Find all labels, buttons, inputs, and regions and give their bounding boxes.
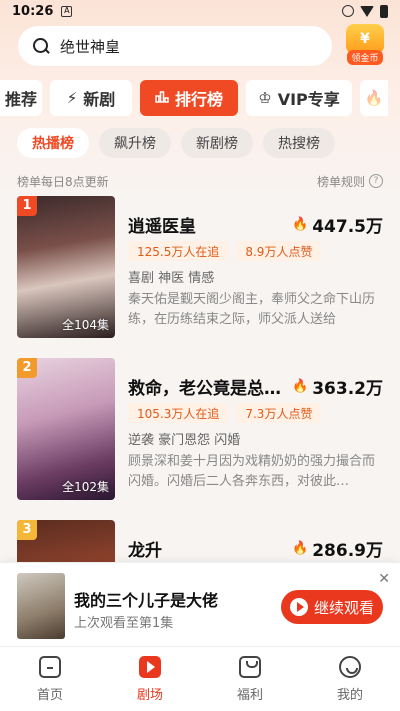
- flame-icon: 🔥: [292, 379, 309, 394]
- subtab-hot-search[interactable]: 热搜榜: [263, 128, 335, 158]
- tab-label: 排行榜: [174, 90, 223, 109]
- coin-label: 领金币: [347, 50, 383, 65]
- episode-count: 全102集: [62, 480, 109, 494]
- continue-button-label: 继续观看: [313, 598, 374, 617]
- drama-item[interactable]: 全102集 2 救命，老公竟是总… 🔥 363.2万 105.3万人在追 7.3…: [17, 358, 383, 500]
- search-icon: [32, 37, 50, 55]
- drama-genres: 逆袭 豪门恩怨 闪婚: [128, 433, 241, 448]
- nav-label: 剧场: [136, 688, 163, 703]
- drama-item[interactable]: 全104集 1 逍遥医皇 🔥 447.5万 125.5万人在追 8.9万人点赞 …: [17, 196, 383, 338]
- status-time: 10:26: [12, 3, 54, 19]
- tab-label: VIP专享: [277, 90, 340, 109]
- followers-tag: 125.5万人在追: [128, 241, 229, 261]
- rank-badge: 3: [17, 520, 37, 540]
- nav-profile[interactable]: 我的: [300, 647, 400, 711]
- bottom-navigation: 首页 剧场 福利 我的: [0, 646, 400, 711]
- drama-title: 救命，老公竟是总…: [128, 379, 281, 399]
- wifi-icon: [360, 5, 374, 17]
- heat-value: 363.2万: [312, 379, 383, 399]
- notification-icon: A: [61, 5, 73, 17]
- dnd-icon: [342, 5, 354, 17]
- tab-hot[interactable]: 🔥: [360, 80, 388, 116]
- status-bar: 10:26 A: [0, 0, 400, 22]
- heat-score: 🔥 363.2万: [292, 374, 383, 399]
- nav-label: 福利: [236, 688, 263, 703]
- tab-ranking[interactable]: 排行榜: [140, 80, 238, 116]
- nav-label: 首页: [36, 688, 63, 703]
- drama-title: 龙升: [128, 541, 162, 561]
- status-indicators: [342, 4, 388, 18]
- continue-thumbnail: [17, 573, 65, 639]
- tab-label: 新剧: [83, 90, 116, 109]
- drama-description: 顾景深和姜十月因为戏精奶奶的强力撮合而闪婚。闪婚后二人各奔东西，对彼此…: [128, 454, 376, 489]
- tab-new[interactable]: ⚡ 新剧: [50, 80, 132, 116]
- drama-genres: 喜剧 神医 情感: [128, 271, 215, 286]
- nav-home[interactable]: 首页: [0, 647, 100, 711]
- crown-icon: ♔: [258, 89, 272, 107]
- continue-watching-card[interactable]: 我的三个儿子是大佬 上次观看至第1集 继续观看 ✕: [0, 562, 400, 646]
- search-query: 绝世神皇: [60, 37, 121, 56]
- rules-label: 榜单规则: [316, 174, 365, 189]
- tab-recommend[interactable]: 推荐: [0, 80, 42, 116]
- subtab-rising[interactable]: 飙升榜: [99, 128, 171, 158]
- help-icon: ?: [369, 174, 383, 188]
- nav-welfare[interactable]: 福利: [200, 647, 300, 711]
- drama-title: 逍遥医皇: [128, 217, 196, 237]
- search-row: 绝世神皇 ¥ 领金币: [18, 24, 386, 68]
- rank-badge: 1: [17, 196, 37, 216]
- nav-label: 我的: [336, 688, 363, 703]
- episode-count: 全104集: [62, 318, 109, 332]
- drama-description: 秦天佑是觐天阁少阁主，奉师父之命下山历练，在历练结束之际，师父派人送给: [128, 292, 376, 327]
- subtab-new[interactable]: 新剧榜: [181, 128, 253, 158]
- tab-vip[interactable]: ♔ VIP专享: [246, 80, 352, 116]
- followers-tag: 105.3万人在追: [128, 403, 229, 423]
- flame-icon: 🔥: [292, 217, 309, 232]
- nav-theater[interactable]: 剧场: [100, 647, 200, 711]
- rules-link[interactable]: 榜单规则 ?: [317, 173, 383, 190]
- heat-value: 286.9万: [312, 541, 383, 561]
- heat-score: 🔥 286.9万: [292, 536, 383, 561]
- category-tabs: 推荐 ⚡ 新剧 排行榜 ♔ VIP专享 🔥: [0, 80, 400, 116]
- flame-icon: 🔥: [364, 89, 384, 107]
- continue-watching-button[interactable]: 继续观看: [281, 590, 383, 624]
- likes-tag: 7.3万人点赞: [236, 403, 322, 423]
- continue-title: 我的三个儿子是大佬: [74, 591, 219, 610]
- theater-icon: [139, 656, 161, 678]
- drama-stats: 125.5万人在追 8.9万人点赞: [128, 241, 322, 261]
- home-icon: [39, 656, 61, 678]
- lightning-icon: ⚡: [66, 89, 78, 107]
- rank-badge: 2: [17, 358, 37, 378]
- profile-icon: [339, 656, 361, 678]
- flame-icon: 🔥: [292, 541, 309, 556]
- search-input[interactable]: 绝世神皇: [18, 26, 332, 66]
- heat-score: 🔥 447.5万: [292, 212, 383, 237]
- ranking-subtabs: 热播榜 飙升榜 新剧榜 热搜榜: [17, 128, 335, 158]
- subtab-hot-play[interactable]: 热播榜: [17, 128, 89, 158]
- heat-value: 447.5万: [312, 217, 383, 237]
- poster-image: 全104集: [17, 196, 115, 338]
- continue-progress: 上次观看至第1集: [74, 616, 174, 631]
- ranking-info: 榜单每日8点更新 榜单规则 ?: [17, 172, 383, 190]
- close-icon[interactable]: ✕: [378, 571, 390, 587]
- drama-stats: 105.3万人在追 7.3万人点赞: [128, 403, 322, 423]
- earn-coins-button[interactable]: ¥ 领金币: [344, 24, 386, 68]
- tab-label: 推荐: [4, 90, 37, 109]
- likes-tag: 8.9万人点赞: [236, 241, 322, 261]
- bar-chart-icon: [155, 89, 169, 107]
- battery-icon: [380, 4, 388, 18]
- update-note: 榜单每日8点更新: [17, 174, 109, 189]
- play-icon: [289, 598, 308, 616]
- poster-image: 全102集: [17, 358, 115, 500]
- gift-icon: [239, 656, 261, 678]
- drama-item[interactable]: 3 龙升 🔥 286.9万: [17, 520, 383, 562]
